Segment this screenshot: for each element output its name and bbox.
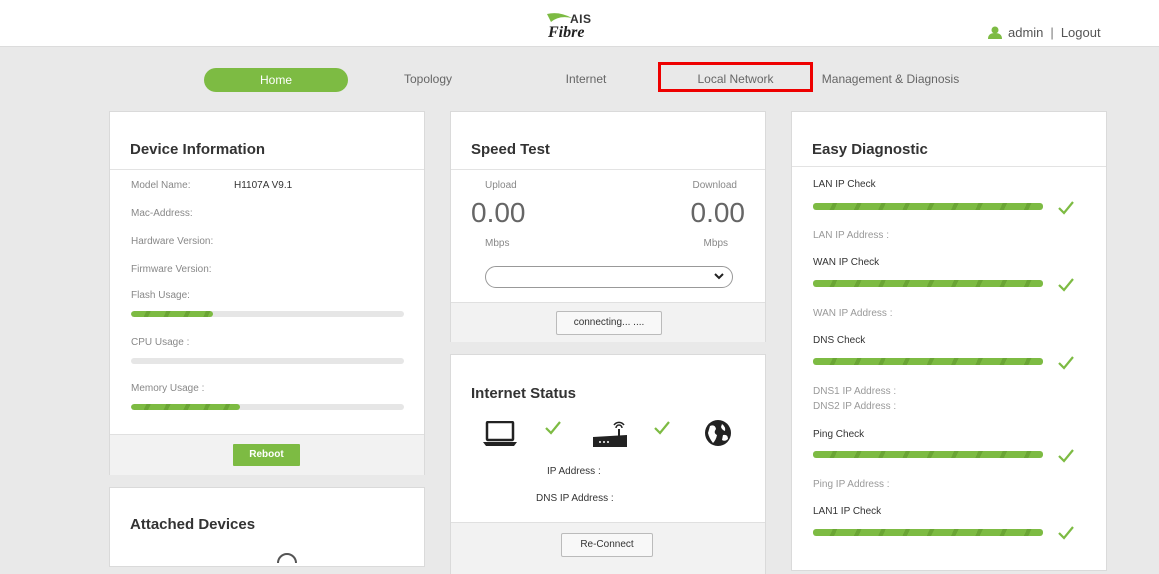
internet-status-footer: Re-Connect — [451, 522, 765, 574]
checkmark-icon — [1058, 449, 1074, 463]
top-bar: AIS Fibre admin | Logout — [0, 0, 1159, 47]
nav-internet[interactable]: Internet — [546, 67, 626, 91]
router-icon — [593, 421, 627, 447]
dns-check-bar — [813, 358, 1043, 365]
user-icon — [988, 26, 1002, 39]
reboot-button[interactable]: Reboot — [233, 444, 300, 466]
main-nav: Home Topology Internet Local Network Man… — [0, 47, 1159, 97]
device-information-title: Device Information — [130, 141, 266, 158]
device-information-card: Device Information Model Name: H1107A V9… — [109, 111, 425, 475]
device-circle-icon — [277, 553, 297, 563]
card-divider — [110, 169, 424, 170]
dns2-ip-address-label: DNS2 IP Address : — [813, 401, 897, 412]
checkmark-icon — [654, 421, 670, 435]
ping-check-bar — [813, 451, 1043, 458]
lan1-ip-check-bar — [813, 529, 1043, 536]
cpu-usage-label: CPU Usage : — [131, 337, 190, 348]
speed-server-select[interactable] — [485, 266, 733, 288]
dns1-ip-address-label: DNS1 IP Address : — [813, 386, 897, 397]
hardware-version-label: Hardware Version: — [131, 236, 214, 247]
memory-usage-bar — [131, 404, 404, 410]
card-divider — [792, 166, 1106, 167]
globe-icon — [705, 420, 731, 446]
device-card-footer: Reboot — [110, 434, 424, 475]
checkmark-icon — [545, 421, 561, 435]
model-name-value: H1107A V9.1 — [234, 180, 293, 191]
flash-usage-label: Flash Usage: — [131, 290, 190, 301]
nav-local-network[interactable]: Local Network — [658, 62, 813, 92]
laptop-icon — [483, 421, 517, 446]
nav-management-diagnosis[interactable]: Management & Diagnosis — [818, 67, 963, 91]
upload-label: Upload — [485, 180, 517, 191]
download-unit: Mbps — [703, 238, 728, 249]
firmware-version-label: Firmware Version: — [131, 264, 212, 275]
model-name-label: Model Name: — [131, 180, 191, 191]
user-area: admin | Logout — [988, 23, 1101, 41]
internet-status-title: Internet Status — [471, 385, 577, 402]
flash-usage-bar — [131, 311, 404, 317]
nav-home[interactable]: Home — [204, 68, 348, 92]
wan-ip-check-label: WAN IP Check — [813, 257, 880, 268]
attached-devices-title: Attached Devices — [130, 516, 256, 533]
ais-fibre-logo[interactable]: AIS Fibre — [545, 11, 615, 45]
logout-link[interactable]: Logout — [1061, 25, 1101, 40]
memory-usage-label: Memory Usage : — [131, 383, 205, 394]
lan-ip-check-label: LAN IP Check — [813, 179, 876, 190]
upload-unit: Mbps — [485, 238, 510, 249]
ping-ip-address-label: Ping IP Address : — [813, 479, 890, 490]
lan1-ip-check-label: LAN1 IP Check — [813, 506, 882, 517]
speed-test-title: Speed Test — [471, 141, 550, 158]
checkmark-icon — [1058, 278, 1074, 292]
easy-diagnostic-card: Easy Diagnostic LAN IP Check LAN IP Addr… — [791, 111, 1107, 571]
nav-topology[interactable]: Topology — [388, 67, 468, 91]
memory-usage-fill — [131, 404, 241, 410]
mac-address-label: Mac-Address: — [131, 208, 193, 219]
easy-diagnostic-title: Easy Diagnostic — [812, 141, 928, 158]
attached-devices-card: Attached Devices — [109, 487, 425, 567]
chevron-down-icon — [714, 273, 724, 280]
logo-text-fibre: Fibre — [548, 24, 585, 41]
username: admin — [1008, 24, 1044, 40]
cpu-usage-bar — [131, 358, 404, 364]
lan-ip-address-label: LAN IP Address : — [813, 230, 889, 241]
dns-ip-address-label: DNS IP Address : — [536, 493, 614, 504]
dns-check-label: DNS Check — [813, 335, 866, 346]
download-label: Download — [692, 180, 737, 191]
upload-value: 0.00 — [471, 197, 526, 228]
speed-test-card: Speed Test Upload Download 0.00 0.00 Mbp… — [450, 111, 766, 342]
ping-check-label: Ping Check — [813, 429, 865, 440]
wan-ip-check-bar — [813, 280, 1043, 287]
user-separator: | — [1050, 24, 1054, 40]
wan-ip-address-label: WAN IP Address : — [813, 308, 893, 319]
lan-ip-check-bar — [813, 203, 1043, 210]
checkmark-icon — [1058, 201, 1074, 215]
card-divider — [451, 169, 765, 170]
flash-usage-fill — [131, 311, 213, 317]
reconnect-button[interactable]: Re-Connect — [561, 533, 653, 557]
checkmark-icon — [1058, 356, 1074, 370]
download-value: 0.00 — [690, 197, 746, 228]
checkmark-icon — [1058, 526, 1074, 540]
ip-address-label: IP Address : — [547, 466, 601, 477]
internet-status-card: Internet Status IP Address : DNS IP Addr… — [450, 354, 766, 574]
speed-test-start-button[interactable]: connecting... .... — [556, 311, 662, 335]
speed-test-footer: connecting... .... — [451, 302, 765, 342]
